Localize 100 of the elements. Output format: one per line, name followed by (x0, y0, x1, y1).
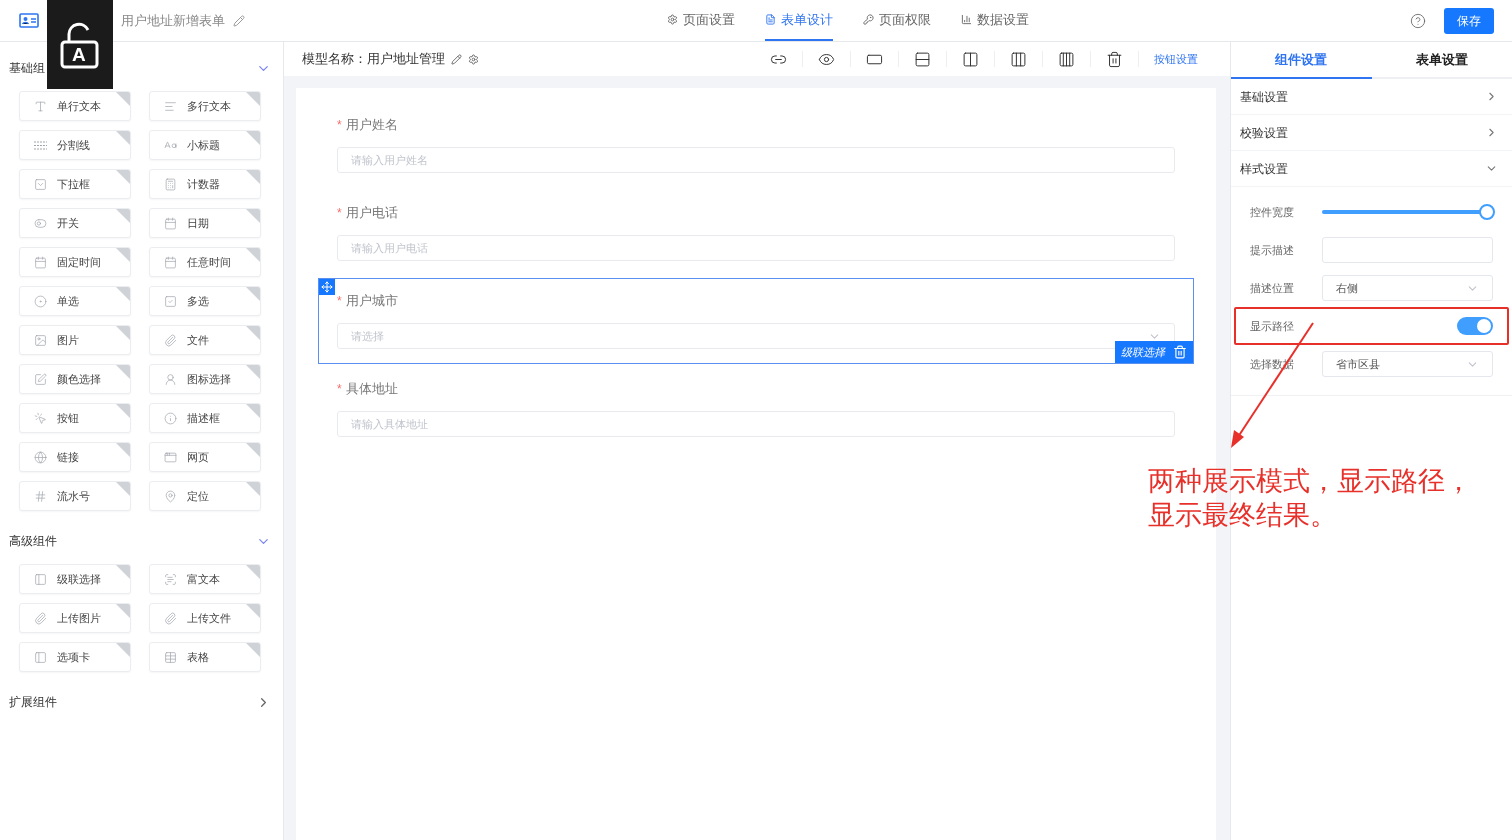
component-item[interactable]: 上传文件 (149, 603, 261, 633)
three-columns-icon[interactable] (1010, 50, 1027, 68)
key-icon (862, 14, 874, 25)
delete-icon[interactable] (1106, 50, 1123, 68)
select-field[interactable]: 右侧 (1322, 275, 1493, 301)
setting-label: 描述位置 (1250, 280, 1295, 296)
component-item[interactable]: 开关 (19, 208, 131, 238)
settings-section-header[interactable]: 样式设置 (1231, 151, 1512, 187)
settings-section-header[interactable]: 基础设置 (1231, 79, 1512, 115)
save-button[interactable]: 保存 (1444, 7, 1494, 34)
multiline-icon (164, 99, 177, 113)
corner-mark-icon (246, 643, 260, 657)
dropdown-icon (34, 177, 47, 191)
header-tab[interactable]: 页面设置 (666, 0, 735, 41)
component-item[interactable]: 文件 (149, 325, 261, 355)
corner-mark-icon (246, 209, 260, 223)
radio-icon (34, 294, 47, 308)
panel-icon (34, 572, 47, 586)
component-item[interactable]: 日期 (149, 208, 261, 238)
component-item[interactable]: 表格 (149, 642, 261, 672)
gear-icon (666, 14, 678, 25)
corner-mark-icon (116, 604, 130, 618)
location-icon (164, 489, 177, 503)
corner-mark-icon (116, 482, 130, 496)
calendar-icon (164, 216, 177, 230)
corner-mark-icon (116, 443, 130, 457)
header-tab[interactable]: 页面权限 (862, 0, 931, 41)
corner-mark-icon (246, 365, 260, 379)
component-item[interactable]: 富文本 (149, 564, 261, 594)
component-item[interactable]: 颜色选择 (19, 364, 131, 394)
component-item[interactable]: 定位 (149, 481, 261, 511)
component-item[interactable]: 选项卡 (19, 642, 131, 672)
corner-mark-icon (246, 565, 260, 579)
model-label: 模型名称： (302, 50, 367, 69)
corner-mark-icon (116, 643, 130, 657)
edit-icon[interactable] (451, 53, 462, 65)
component-item[interactable]: 图标选择 (149, 364, 261, 394)
component-item[interactable]: 上传图片 (19, 603, 131, 633)
component-item[interactable]: 按钮 (19, 403, 131, 433)
required-mark: * (337, 381, 342, 398)
required-mark: * (337, 293, 342, 310)
component-item[interactable]: 多选 (149, 286, 261, 316)
component-item[interactable]: 计数器 (149, 169, 261, 199)
gear-icon[interactable] (468, 53, 479, 65)
text-icon (34, 99, 47, 113)
component-item[interactable]: 单选 (19, 286, 131, 316)
corner-mark-icon (246, 404, 260, 418)
component-item[interactable]: 描述框 (149, 403, 261, 433)
required-mark: * (337, 205, 342, 222)
bar-chart-icon (960, 14, 972, 25)
button-settings-link[interactable]: 按钮设置 (1154, 50, 1198, 68)
move-handle[interactable] (319, 279, 335, 295)
settings-tab[interactable]: 表单设置 (1371, 42, 1512, 79)
component-item[interactable]: 任意时间 (149, 247, 261, 277)
lock-letter: A (72, 44, 86, 64)
slider-thumb[interactable] (1479, 204, 1495, 220)
input-field[interactable] (1322, 237, 1493, 263)
corner-mark-icon (246, 287, 260, 301)
corner-mark-icon (116, 565, 130, 579)
hash-icon (34, 489, 47, 503)
component-item[interactable]: 级联选择 (19, 564, 131, 594)
component-item[interactable]: 多行文本 (149, 91, 261, 121)
component-item[interactable]: 分割线 (19, 130, 131, 160)
paperclip-icon (164, 333, 177, 347)
paperclip-icon (34, 611, 47, 625)
rows-icon[interactable] (914, 50, 931, 68)
four-columns-icon[interactable] (1058, 50, 1075, 68)
toggle-switch[interactable] (1457, 317, 1493, 335)
component-item[interactable]: 单行文本 (19, 91, 131, 121)
header-tab[interactable]: 数据设置 (960, 0, 1029, 41)
pointer-icon (34, 411, 47, 425)
corner-mark-icon (246, 170, 260, 184)
component-item[interactable]: 固定时间 (19, 247, 131, 277)
component-item[interactable]: 下拉框 (19, 169, 131, 199)
corner-mark-icon (116, 326, 130, 340)
component-item[interactable]: 小标题 (149, 130, 261, 160)
annotation-text: 两种展示模式，显示路径， 显示最终结果。 (1148, 465, 1472, 532)
settings-section-header[interactable]: 校验设置 (1231, 115, 1512, 151)
component-item[interactable]: 链接 (19, 442, 131, 472)
calendar-icon (34, 255, 47, 269)
corner-mark-icon (116, 365, 130, 379)
component-item[interactable]: 图片 (19, 325, 131, 355)
calendar-icon (164, 255, 177, 269)
field-label: 具体地址 (345, 380, 398, 399)
help-icon[interactable] (1410, 12, 1426, 29)
edit-icon[interactable] (233, 14, 245, 27)
toggle-icon (34, 216, 47, 230)
scan-text-icon (164, 572, 177, 586)
settings-tab[interactable]: 组件设置 (1231, 42, 1372, 79)
corner-mark-icon (246, 131, 260, 145)
two-columns-icon[interactable] (962, 50, 979, 68)
corner-mark-icon (116, 209, 130, 223)
form-title: 用户地址新增表单 (121, 11, 225, 30)
component-item[interactable]: 流水号 (19, 481, 131, 511)
component-item[interactable]: 网页 (149, 442, 261, 472)
model-name: 用户地址管理 (367, 50, 445, 69)
info-icon (164, 411, 177, 425)
select-field[interactable]: 省市区县 (1322, 351, 1493, 377)
document-icon (764, 14, 776, 25)
globe-icon (34, 450, 47, 464)
